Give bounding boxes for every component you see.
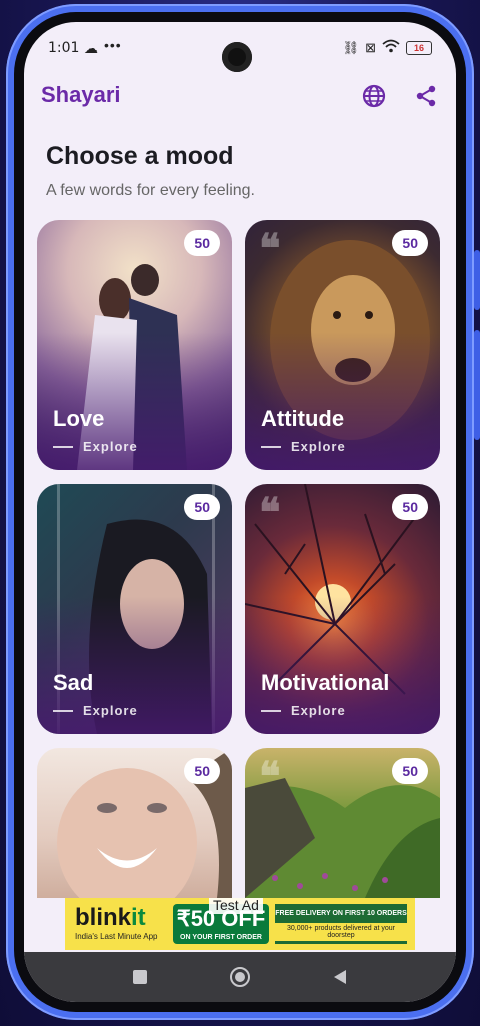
mood-card-peace[interactable]: ❝ 50 xyxy=(245,748,440,898)
more-notifications-icon: ••• xyxy=(104,37,122,53)
status-icons: ⛓ ⊠ 16 xyxy=(343,39,432,56)
ad-banner[interactable]: blinkit India's Last Minute App ₹50 OFF O… xyxy=(65,898,415,950)
ad-delivery: FREE DELIVERY ON FIRST 10 ORDERS xyxy=(275,910,407,917)
mood-card-happy[interactable]: 50 xyxy=(37,748,232,898)
battery-icon: 16 xyxy=(406,40,432,55)
divider xyxy=(53,445,73,448)
count-badge: 50 xyxy=(392,758,428,784)
page-title: Choose a mood xyxy=(46,142,234,170)
globe-icon[interactable] xyxy=(358,80,390,112)
explore-link[interactable]: Explore xyxy=(261,703,346,718)
screen: 1:01 ☁ ••• ⛓ ⊠ 16 Shayari Choose a mood xyxy=(24,22,456,1002)
mood-card-attitude[interactable]: ❝ 50 Attitude Explore xyxy=(245,220,440,470)
ad-brand-part2: it xyxy=(131,904,146,931)
no-sim-icon: ⊠ xyxy=(365,39,376,55)
link-icon: ⛓ xyxy=(342,39,360,55)
volume-button xyxy=(474,250,480,310)
recents-icon[interactable] xyxy=(125,962,155,992)
quote-icon: ❝ xyxy=(259,753,281,800)
card-overlay xyxy=(37,220,232,470)
quote-icon: ❝ xyxy=(259,225,281,272)
mood-card-motivational[interactable]: ❝ 50 Motivational Explore xyxy=(245,484,440,734)
divider xyxy=(53,709,73,712)
device: 1:01 ☁ ••• ⛓ ⊠ 16 Shayari Choose a mood xyxy=(0,0,480,1026)
app-title: Shayari xyxy=(41,82,121,107)
page-subtitle: A few words for every feeling. xyxy=(46,182,255,199)
system-nav-bar xyxy=(24,952,456,1002)
card-overlay xyxy=(37,484,232,734)
back-icon[interactable] xyxy=(325,962,355,992)
quote-icon: ❝ xyxy=(259,489,281,536)
count-badge: 50 xyxy=(184,494,220,520)
explore-link[interactable]: Explore xyxy=(53,439,138,454)
ad-tagline: India's Last Minute App xyxy=(75,932,158,941)
ad-offer-sub: ON YOUR FIRST ORDER xyxy=(180,934,262,941)
explore-label: Explore xyxy=(291,439,346,454)
count-badge: 50 xyxy=(184,230,220,256)
ad-brand: blinkit xyxy=(75,904,146,932)
card-title: Love xyxy=(53,406,105,431)
card-title: Motivational xyxy=(261,670,390,695)
explore-link[interactable]: Explore xyxy=(53,703,138,718)
count-badge: 50 xyxy=(392,230,428,256)
count-badge: 50 xyxy=(184,758,220,784)
card-title: Attitude xyxy=(261,406,345,431)
count-badge: 50 xyxy=(392,494,428,520)
mood-card-love[interactable]: 50 Love Explore xyxy=(37,220,232,470)
app-bar: Shayari xyxy=(24,74,456,118)
ad-delivery-panel: FREE DELIVERY ON FIRST 10 ORDERS 30,000+ … xyxy=(275,904,407,944)
status-bar: 1:01 ☁ ••• ⛓ ⊠ 16 xyxy=(24,22,456,72)
mood-card-sad[interactable]: 50 Sad Explore xyxy=(37,484,232,734)
explore-label: Explore xyxy=(291,703,346,718)
explore-label: Explore xyxy=(83,703,138,718)
home-icon[interactable] xyxy=(225,962,255,992)
wifi-icon xyxy=(382,39,400,56)
card-title: Sad xyxy=(53,670,94,695)
divider xyxy=(261,445,281,448)
share-icon[interactable] xyxy=(410,80,442,112)
status-time: 1:01 xyxy=(48,40,80,56)
divider xyxy=(261,709,281,712)
test-ad-label: Test Ad xyxy=(209,898,263,914)
ad-brand-part1: blink xyxy=(75,904,132,931)
front-camera xyxy=(222,42,252,72)
explore-label: Explore xyxy=(83,439,138,454)
power-button xyxy=(474,330,480,440)
explore-link[interactable]: Explore xyxy=(261,439,346,454)
cloud-icon: ☁ xyxy=(84,40,98,56)
ad-products: 30,000+ products delivered at your doors… xyxy=(275,923,407,941)
